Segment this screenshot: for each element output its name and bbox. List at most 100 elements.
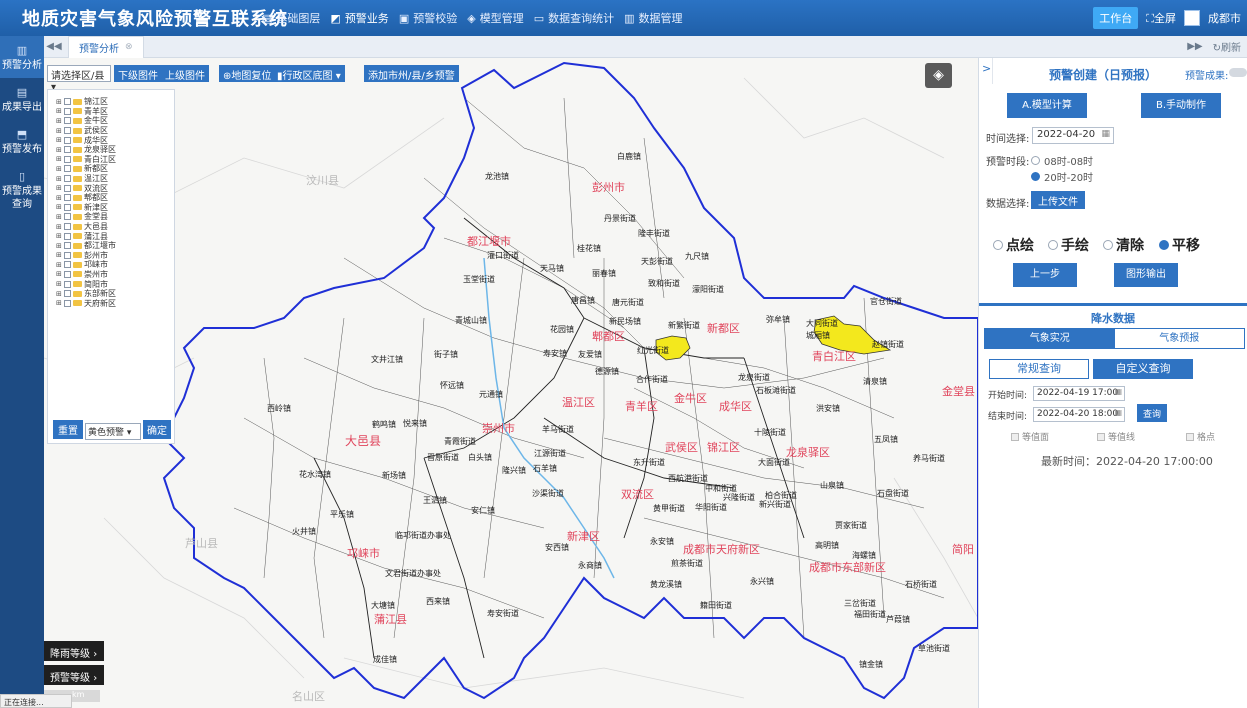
upload-file-button[interactable]: 上传文件 xyxy=(1031,191,1085,209)
map-reset-button[interactable]: ⊕地图复位 xyxy=(219,65,276,82)
expand-icon[interactable]: ⊞ xyxy=(56,136,62,144)
tree-item[interactable]: ⊞ 武侯区 xyxy=(48,126,174,136)
isoline-checkbox[interactable]: 等值线 xyxy=(1097,430,1135,443)
tree-item[interactable]: ⊞ 天府新区 xyxy=(48,298,174,308)
checkbox-icon[interactable] xyxy=(64,223,71,231)
checkbox-icon[interactable] xyxy=(64,146,71,154)
expand-icon[interactable]: ⊞ xyxy=(56,261,62,269)
checkbox-icon[interactable] xyxy=(64,270,71,278)
draw-mode-freehand[interactable]: 手绘 xyxy=(1048,235,1089,255)
workbench-button[interactable]: 工作台 xyxy=(1093,7,1139,29)
tree-item[interactable]: ⊞ 金牛区 xyxy=(48,116,174,126)
nav-warning-business[interactable]: ◩ 预警业务 xyxy=(330,10,388,26)
tree-item[interactable]: ⊞ 大邑县 xyxy=(48,222,174,232)
checkbox-icon[interactable] xyxy=(64,107,71,115)
expand-icon[interactable]: ⊞ xyxy=(56,117,62,125)
result-toggle[interactable] xyxy=(1229,68,1247,77)
tree-item[interactable]: ⊞ 都江堰市 xyxy=(48,241,174,251)
nav-data-manage[interactable]: ▥ 数据管理 xyxy=(624,10,682,26)
expand-icon[interactable]: ⊞ xyxy=(56,184,62,192)
checkbox-icon[interactable] xyxy=(64,261,71,269)
tree-item[interactable]: ⊞ 崇州市 xyxy=(48,270,174,280)
tree-item[interactable]: ⊞ 新都区 xyxy=(48,164,174,174)
checkbox-icon[interactable] xyxy=(64,127,71,135)
expand-icon[interactable]: ⊞ xyxy=(56,251,62,259)
checkbox-icon[interactable] xyxy=(64,175,71,183)
expand-icon[interactable]: ⊞ xyxy=(56,213,62,221)
checkbox-icon[interactable] xyxy=(64,184,71,192)
tree-item[interactable]: ⊞ 双流区 xyxy=(48,183,174,193)
tree-confirm-button[interactable]: 确定 xyxy=(143,420,171,439)
sidebar-item-export[interactable]: ▤ 成果导出 xyxy=(0,78,44,120)
tab-custom-query[interactable]: 自定义查询 xyxy=(1093,359,1193,379)
expand-icon[interactable]: ⊞ xyxy=(56,98,62,106)
checkbox-icon[interactable] xyxy=(64,213,71,221)
expand-icon[interactable]: ⊞ xyxy=(56,165,62,173)
sidebar-item-query[interactable]: ▯ 预警成果查询 xyxy=(0,162,44,217)
checkbox-icon[interactable] xyxy=(64,98,71,106)
checkbox-icon[interactable] xyxy=(64,242,71,250)
tab-normal-query[interactable]: 常规查询 xyxy=(989,359,1089,379)
checkbox-icon[interactable] xyxy=(64,155,71,163)
grid-checkbox[interactable]: 格点 xyxy=(1186,430,1215,443)
checkbox-icon[interactable] xyxy=(64,290,71,298)
checkbox-icon[interactable] xyxy=(64,280,71,288)
checkbox-icon[interactable] xyxy=(64,251,71,259)
model-calc-button[interactable]: A.模型计算 xyxy=(1007,93,1087,118)
previous-step-button[interactable]: 上一步 xyxy=(1013,263,1077,287)
draw-mode-pan[interactable]: 平移 xyxy=(1159,235,1200,255)
manual-create-button[interactable]: B.手动制作 xyxy=(1141,93,1221,118)
sidebar-item-publish[interactable]: ⬒ 预警发布 xyxy=(0,120,44,162)
fullscreen-button[interactable]: ⛶全屏 xyxy=(1146,10,1176,26)
nav-model-manage[interactable]: ◈ 模型管理 xyxy=(467,10,523,26)
checkbox-icon[interactable] xyxy=(64,203,71,211)
upper-layer-button[interactable]: 上级图件 xyxy=(161,65,209,82)
period-radio-20[interactable]: 20时-20时 xyxy=(1031,169,1093,184)
layers-toggle-icon[interactable]: ◈ xyxy=(925,63,952,88)
export-graph-button[interactable]: 图形输出 xyxy=(1114,263,1178,287)
expand-icon[interactable]: ⊞ xyxy=(56,299,62,307)
expand-icon[interactable]: ⊞ xyxy=(56,270,62,278)
tab-weather-observed[interactable]: 气象实况 xyxy=(985,329,1115,348)
warning-level-select[interactable]: 黄色预警 ▾ xyxy=(85,423,141,440)
user-avatar[interactable] xyxy=(1184,10,1200,26)
rain-level-legend-toggle[interactable]: 降雨等级 › xyxy=(44,641,104,661)
close-icon[interactable]: ⊗ xyxy=(125,42,133,52)
expand-icon[interactable]: ⊞ xyxy=(56,127,62,135)
sidebar-item-analysis[interactable]: ▥ 预警分析 xyxy=(0,36,44,78)
end-time-input[interactable]: 2022-04-20 18:00 ▦ xyxy=(1033,407,1125,422)
expand-icon[interactable]: ⊞ xyxy=(56,223,62,231)
expand-icon[interactable]: ⊞ xyxy=(56,290,62,298)
expand-icon[interactable]: ⊞ xyxy=(56,232,62,240)
checkbox-icon[interactable] xyxy=(64,117,71,125)
checkbox-icon[interactable] xyxy=(64,165,71,173)
nav-data-query[interactable]: ▭ 数据查询统计 xyxy=(534,10,614,26)
query-button[interactable]: 查询 xyxy=(1137,404,1168,422)
district-select[interactable]: 请选择区/县 ▾ xyxy=(47,65,111,93)
draw-mode-point[interactable]: 点绘 xyxy=(993,235,1034,255)
expand-icon[interactable]: ⊞ xyxy=(56,203,62,211)
tree-item[interactable]: ⊞ 邛崃市 xyxy=(48,260,174,270)
checkbox-icon[interactable] xyxy=(64,299,71,307)
warning-level-legend-toggle[interactable]: 预警等级 › xyxy=(44,665,104,685)
panel-collapse-icon[interactable]: > xyxy=(979,58,993,84)
tab-scroll-right-icon[interactable]: ▶▶ xyxy=(1187,41,1202,52)
tree-item[interactable]: ⊞ 彭州市 xyxy=(48,251,174,261)
lower-layer-button[interactable]: 下级图件 xyxy=(114,65,162,82)
expand-icon[interactable]: ⊞ xyxy=(56,280,62,288)
expand-icon[interactable]: ⊞ xyxy=(56,175,62,183)
expand-icon[interactable]: ⊞ xyxy=(56,155,62,163)
expand-icon[interactable]: ⊞ xyxy=(56,242,62,250)
tree-item[interactable]: ⊞ 青羊区 xyxy=(48,107,174,117)
user-name[interactable]: 成都市 xyxy=(1208,10,1241,26)
admin-basemap-button[interactable]: ▮行政区底图 ▾ xyxy=(273,65,345,82)
tree-reset-button[interactable]: 重置 xyxy=(53,420,83,439)
tree-item[interactable]: ⊞ 新津区 xyxy=(48,203,174,213)
tree-item[interactable]: ⊞ 郫都区 xyxy=(48,193,174,203)
add-warning-button[interactable]: 添加市州/县/乡预警 xyxy=(364,65,459,82)
tree-item[interactable]: ⊞ 青白江区 xyxy=(48,155,174,165)
tab-weather-forecast[interactable]: 气象预报 xyxy=(1114,329,1244,348)
nav-warning-check[interactable]: ▣ 预警校验 xyxy=(399,10,457,26)
checkbox-icon[interactable] xyxy=(64,194,71,202)
refresh-button[interactable]: ↻刷新 xyxy=(1213,39,1241,54)
